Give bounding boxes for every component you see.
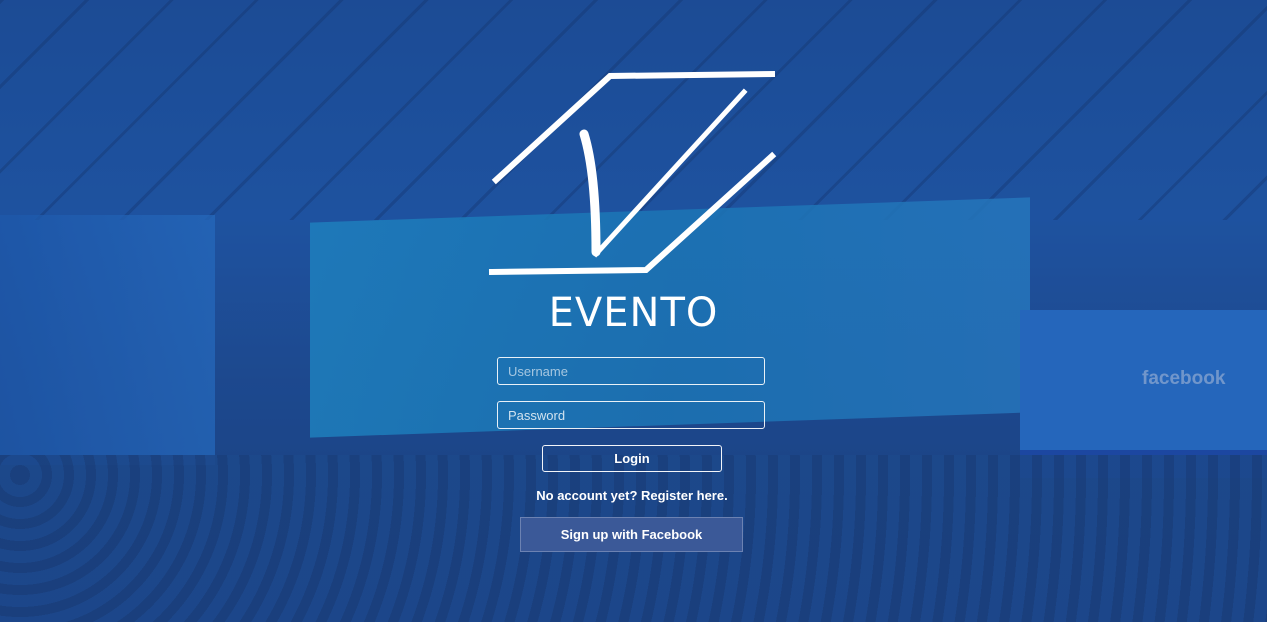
login-button[interactable]: Login <box>542 445 722 472</box>
facebook-signup-button[interactable]: Sign up with Facebook <box>520 517 743 552</box>
brand-name: EVENTO <box>548 290 719 336</box>
register-link[interactable]: No account yet? Register here. <box>0 488 1264 503</box>
evento-logo-icon <box>488 70 777 276</box>
password-input[interactable] <box>497 401 765 429</box>
username-input[interactable] <box>497 357 765 385</box>
